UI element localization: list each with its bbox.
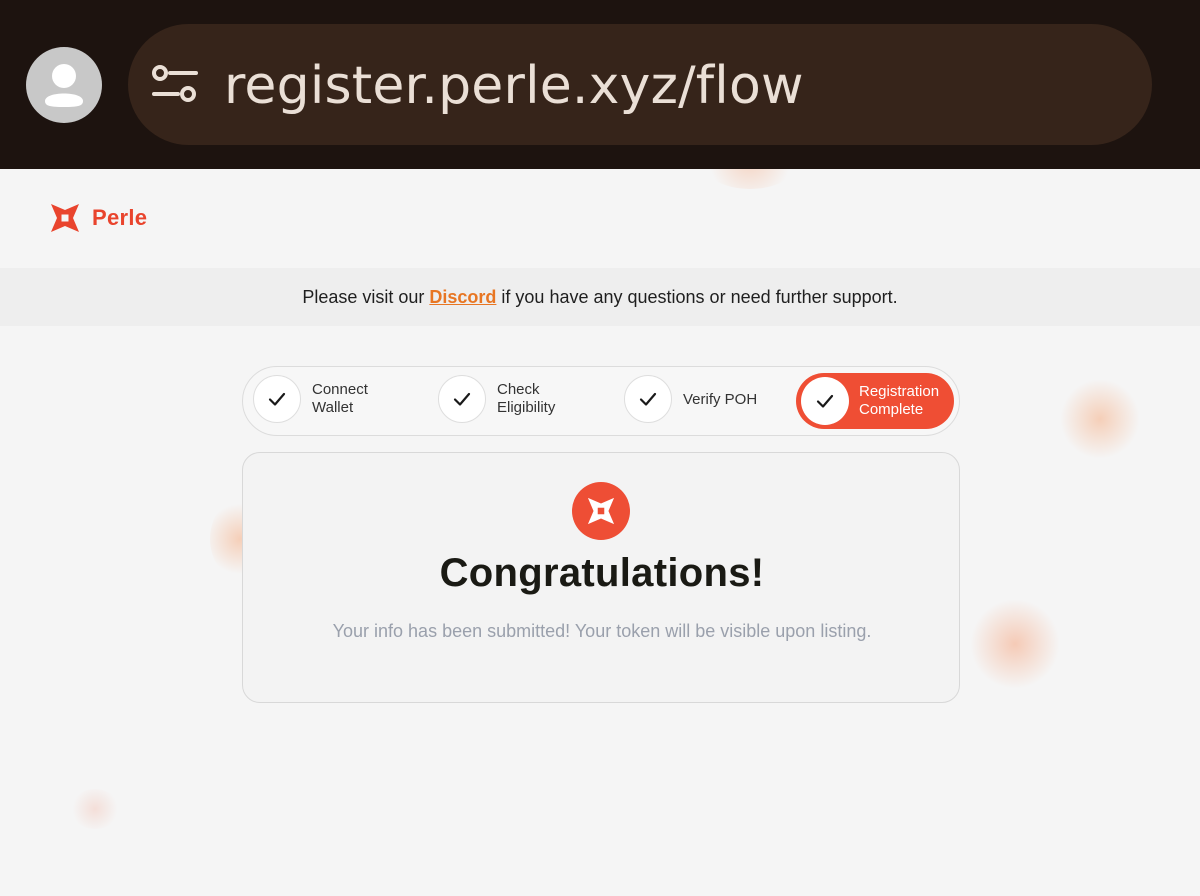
perle-logo-icon[interactable] xyxy=(50,203,80,233)
support-notice: Please visit our Discord if you have any… xyxy=(0,268,1200,326)
discord-link[interactable]: Discord xyxy=(429,287,496,307)
brand-name[interactable]: Perle xyxy=(92,205,147,231)
step-label-line1: Check xyxy=(497,381,540,398)
step-registration-complete: Registration Complete xyxy=(796,373,954,429)
url-text[interactable]: register.perle.xyz/flow xyxy=(224,54,804,118)
step-label-line1: Connect xyxy=(312,381,368,398)
step-check-eligibility: Check Eligibility xyxy=(438,375,608,427)
decorative-glow xyxy=(70,789,120,829)
step-label: Connect Wallet xyxy=(312,381,422,417)
perle-badge-icon xyxy=(572,482,630,540)
site-header: Perle xyxy=(0,169,1200,268)
step-label: Verify POH xyxy=(683,391,793,409)
check-icon xyxy=(253,375,301,423)
site-settings-icon[interactable] xyxy=(150,64,200,106)
step-verify-poh: Verify POH xyxy=(624,375,794,427)
notice-text-after: if you have any questions or need furthe… xyxy=(496,287,898,307)
success-message: Your info has been submitted! Your token… xyxy=(332,621,872,641)
step-label-line2: Complete xyxy=(859,401,924,418)
success-card: Congratulations! Your info has been subm… xyxy=(242,452,960,703)
step-label: Check Eligibility xyxy=(497,381,607,417)
check-icon xyxy=(624,375,672,423)
check-icon xyxy=(438,375,486,423)
profile-avatar-icon[interactable] xyxy=(26,47,102,123)
step-label-line1: Registration xyxy=(859,383,940,400)
success-title: Congratulations! xyxy=(439,551,765,595)
browser-toolbar: register.perle.xyz/flow xyxy=(0,0,1200,169)
step-label-line2: Wallet xyxy=(312,399,354,416)
registration-stepper: Connect Wallet Check Eligibility Verify … xyxy=(242,366,960,436)
decorative-glow xyxy=(1060,379,1140,459)
step-label-line2: Eligibility xyxy=(497,399,556,416)
page-content: Perle Please visit our Discord if you ha… xyxy=(0,169,1200,896)
notice-text-before: Please visit our xyxy=(302,287,430,307)
step-label: Registration Complete xyxy=(859,383,969,419)
check-icon xyxy=(801,377,849,425)
decorative-glow xyxy=(970,599,1060,689)
step-label-line1: Verify POH xyxy=(683,391,758,408)
step-connect-wallet: Connect Wallet xyxy=(253,375,423,427)
